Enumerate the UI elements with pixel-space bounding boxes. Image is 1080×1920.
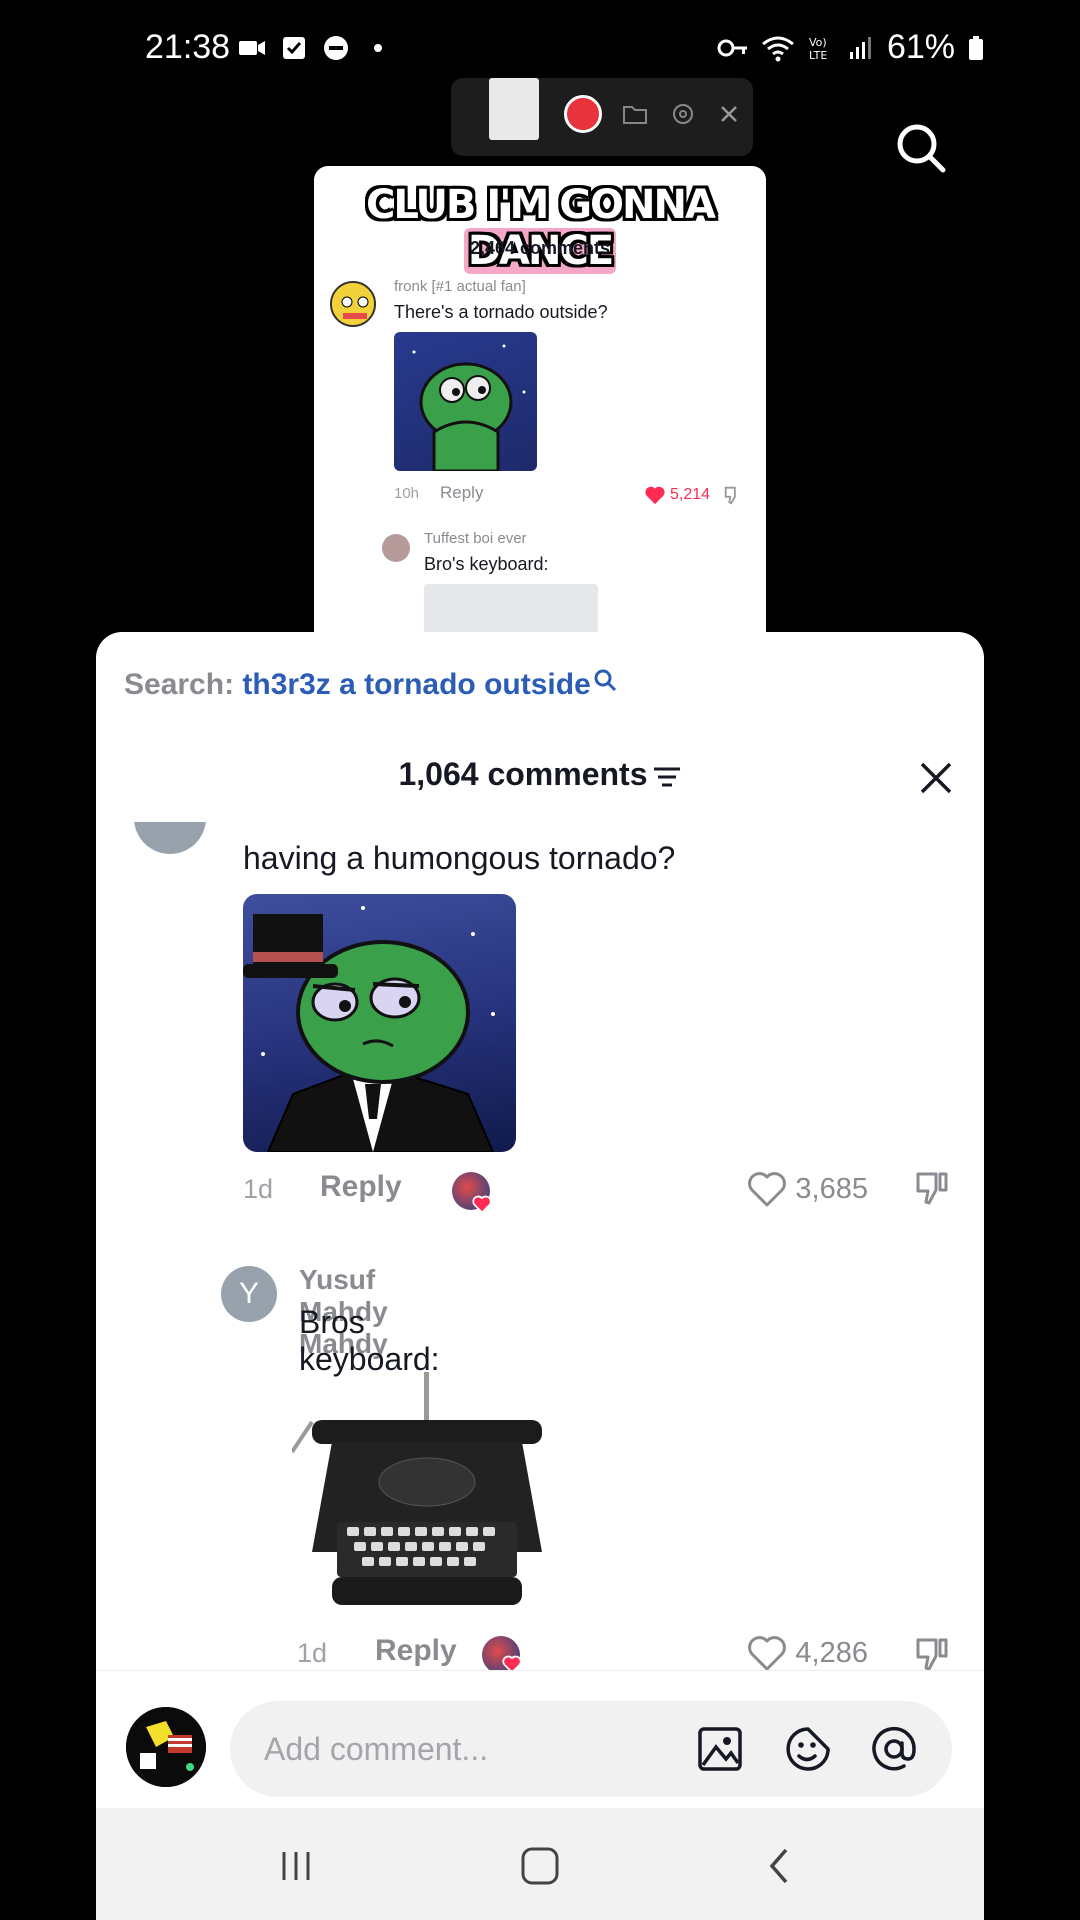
comment-list[interactable]: having a humongous tornado? 1d Reply 3,6… [96,822,984,1302]
checkbox-icon [283,37,305,59]
reply-time: 1d [297,1638,328,1668]
screen-recorder-toolbar [451,78,753,156]
heart-icon [748,1636,787,1670]
video-frame[interactable]: CLUB I'M GONNA DANCE 2,464 comments fron… [314,166,766,636]
record-button[interactable] [564,95,602,133]
comment-box[interactable] [230,1701,952,1797]
android-nav-bar [96,1808,984,1920]
close-icon[interactable] [918,760,954,796]
dislike-icon[interactable] [722,484,744,506]
comment-text: having a humongous tornado? [243,840,676,876]
search-icon [594,669,616,692]
comment-time: 10h [394,485,420,502]
notification-icons [238,34,392,62]
settings-icon[interactable] [669,100,697,128]
volte-icon: Vo)LTE [809,36,827,62]
back-icon[interactable] [758,1844,802,1888]
dislike-icon[interactable] [912,1168,952,1208]
caption-text: CLUB I'M GONNA [366,182,716,228]
like-count: 3,685 [795,1172,868,1205]
reply-text: Bros keyboard: [299,1304,440,1377]
status-time: 21:38 [145,28,231,66]
like-count[interactable]: 5,214 [644,484,744,506]
like-button[interactable]: 3,685 [747,1170,868,1208]
avatar [330,281,376,327]
mention-icon[interactable] [870,1725,918,1773]
dislike-icon[interactable] [912,1634,952,1670]
avatar[interactable]: Y [221,1266,277,1322]
key-icon [717,39,747,56]
battery-percent: 61% [886,28,955,66]
like-number: 5,214 [670,486,711,503]
reply-meta: 1d Reply 4,286 [96,1634,984,1670]
close-recorder-icon[interactable] [715,100,743,128]
comment-time: 1d [243,1174,274,1204]
avatar [382,534,410,562]
home-icon[interactable] [518,1844,562,1888]
video-caption: CLUB I'M GONNA DANCE [314,182,766,274]
reply-button[interactable]: Reply [440,483,483,503]
heart-icon [472,1195,492,1214]
search-prefix: Search: [124,668,243,701]
battery-icon [969,35,983,60]
add-comment-input[interactable] [264,1701,664,1797]
reply-username[interactable]: Tuffest boi ever [424,530,527,547]
recent-apps-icon[interactable] [274,1844,318,1888]
reply-button[interactable]: Reply [320,1170,402,1204]
comment-username[interactable]: fronk [#1 actual fan] [394,278,526,295]
heart-icon [748,1172,787,1207]
comments-sheet: Search: th3r3z a tornado outside 1,064 c… [96,632,984,1920]
comment-text: There's a tornado outside? [394,302,608,322]
video-camera-icon [239,41,265,55]
search-icon[interactable] [893,120,949,176]
comment-image[interactable] [394,332,537,471]
comment-image[interactable] [243,894,516,1152]
comment-count: 1,064 comments [398,756,648,792]
dot-icon [374,44,382,52]
heart-icon [502,1655,522,1670]
comments-title: 1,064 comments [96,756,984,793]
wifi-icon [762,36,794,61]
like-count: 4,286 [795,1636,868,1669]
svg-text:LTE: LTE [809,49,827,62]
like-button[interactable]: 4,286 [747,1634,868,1670]
filter-icon[interactable] [652,765,682,789]
keyboard-image [424,584,598,636]
search-term[interactable]: th3r3z a tornado outside [242,668,590,701]
emoji-icon[interactable] [784,1725,832,1773]
search-suggestion[interactable]: Search: th3r3z a tornado outside [124,668,617,702]
signal-icon [849,36,871,59]
reply-text: Bro's keyboard: [424,554,549,574]
avatar [126,1707,206,1787]
svg-text:Vo): Vo) [809,36,827,49]
typewriter-image[interactable] [292,1372,562,1614]
video-comment-count: 2,464 comments [469,238,611,258]
reply-button[interactable]: Reply [375,1634,457,1668]
dnd-icon [324,36,348,60]
heart-icon [645,486,665,505]
system-icons: Vo) LTE 61% [717,28,985,67]
image-icon[interactable] [696,1725,744,1773]
folder-icon[interactable] [621,100,649,128]
recording-thumbnail[interactable] [489,78,539,140]
avatar[interactable] [134,822,206,854]
